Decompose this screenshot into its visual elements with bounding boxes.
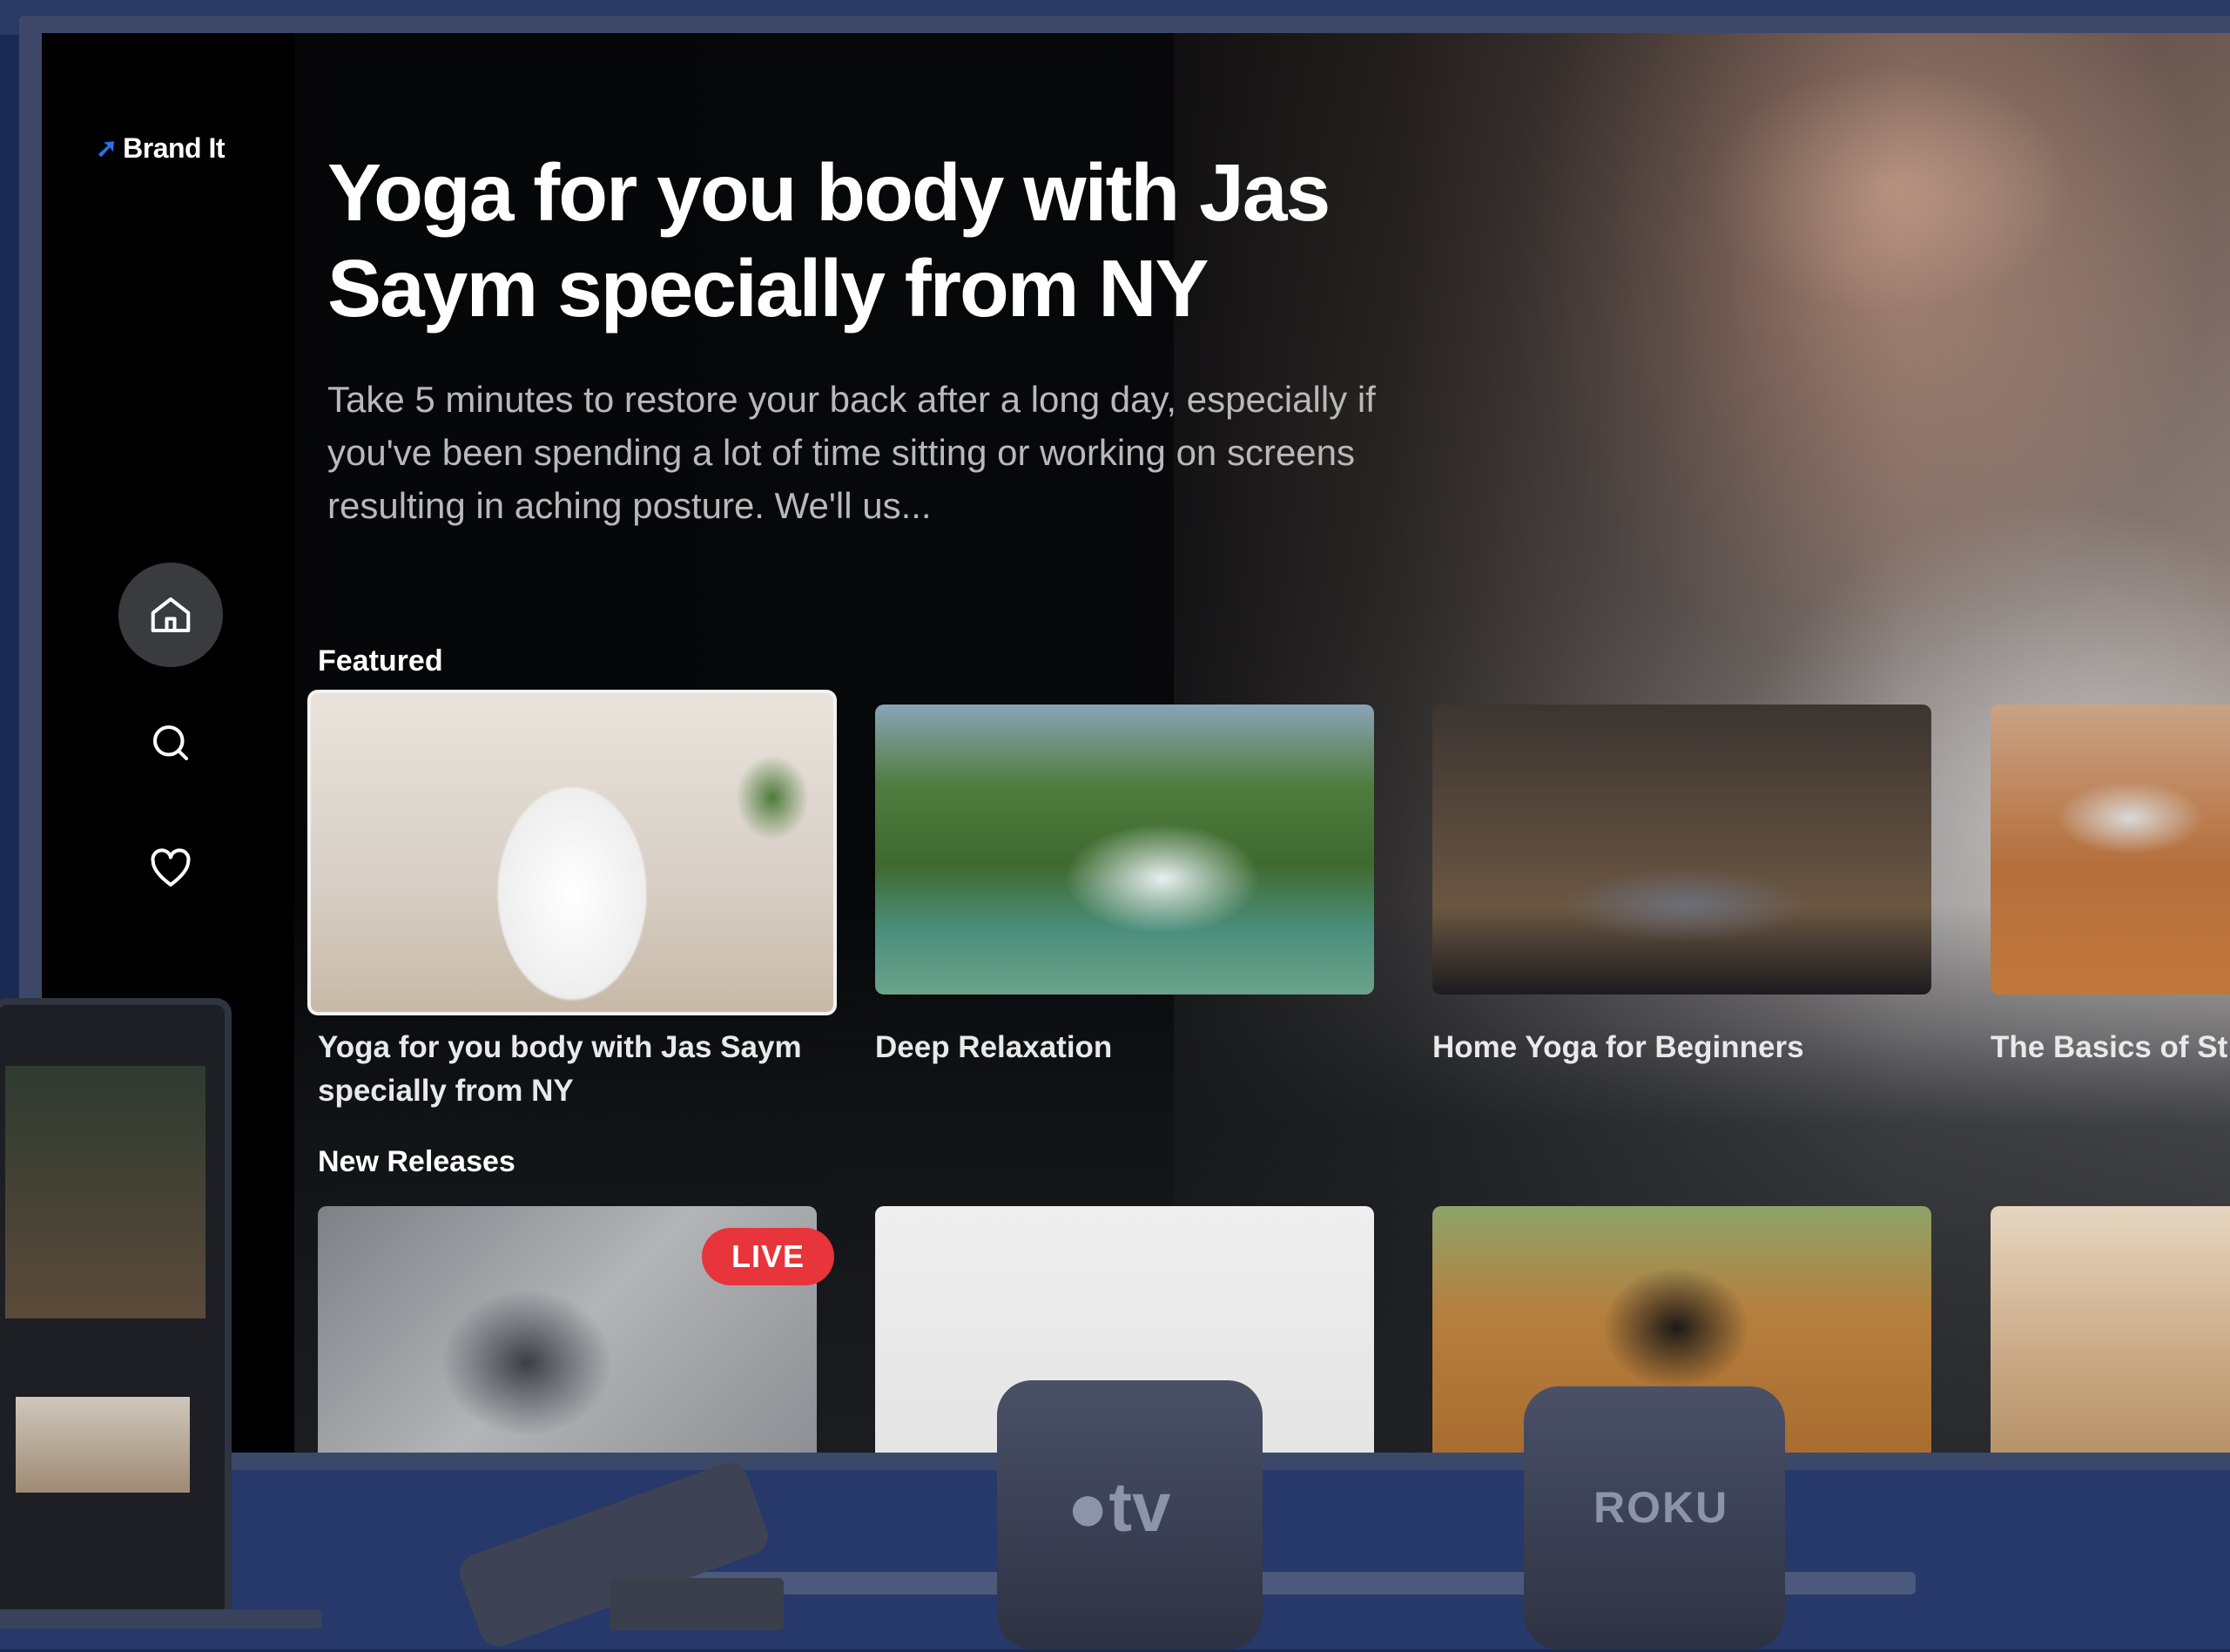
apple-tv-label: tv [1108, 1468, 1171, 1546]
roku-box: ROKU [1524, 1386, 1785, 1649]
featured-card-2[interactable] [875, 705, 1374, 995]
featured-card-4-title: The Basics of St [1991, 1030, 2228, 1064]
brand-name: Brand It [123, 132, 226, 164]
featured-card-1[interactable] [307, 690, 837, 1015]
brand-logo[interactable]: ➚ Brand It [96, 132, 226, 165]
brand-mark-icon: ➚ [96, 134, 118, 163]
nav-home[interactable] [118, 563, 223, 667]
new-release-card-4[interactable] [1991, 1206, 2230, 1454]
heart-icon [151, 848, 191, 887]
roku-label: ROKU [1593, 1483, 1729, 1532]
featured-card-2-title: Deep Relaxation [875, 1030, 1113, 1064]
live-badge: LIVE [702, 1228, 834, 1285]
new-releases-heading: New Releases [318, 1145, 515, 1178]
featured-card-4[interactable] [1991, 705, 2230, 995]
search-icon [152, 725, 189, 761]
apple-tv-box: ●tv [997, 1380, 1263, 1649]
home-icon [151, 597, 191, 633]
nav-search[interactable] [118, 691, 223, 795]
apple-logo-icon: ● [1067, 1468, 1109, 1546]
featured-card-3[interactable] [1432, 705, 1931, 995]
nav-favorites[interactable] [118, 817, 223, 921]
hero-title: Yoga for you body with Jas Saym speciall… [327, 147, 1331, 334]
featured-card-3-title: Home Yoga for Beginners [1432, 1030, 1804, 1064]
featured-heading: Featured [318, 644, 443, 678]
hero-description: Take 5 minutes to restore your back afte… [327, 379, 1376, 526]
tablet-device [0, 998, 232, 1622]
streaming-stick [610, 1578, 784, 1630]
featured-card-1-title: Yoga for you body with Jas Saym speciall… [318, 1030, 802, 1108]
tv-screen: ➚ Brand It Yoga for you body with Jas Sa… [42, 33, 2230, 1454]
